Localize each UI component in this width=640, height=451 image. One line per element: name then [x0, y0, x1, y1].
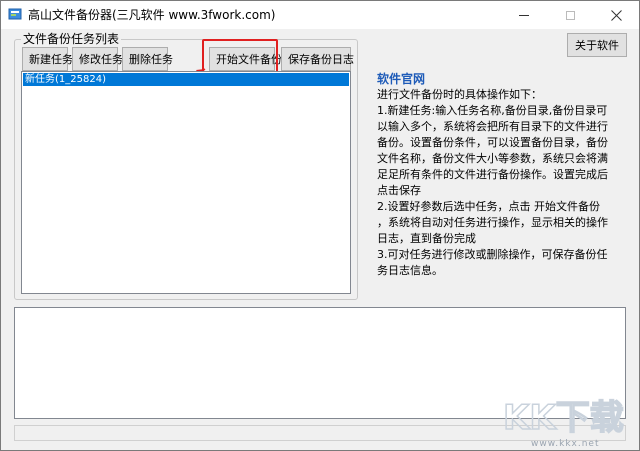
- about-button[interactable]: 关于软件: [567, 33, 627, 57]
- watermark-site: www.kkx.net: [531, 439, 600, 449]
- task-listbox[interactable]: 新任务(1_25824): [21, 71, 351, 294]
- save-log-button[interactable]: 保存备份日志: [281, 47, 354, 71]
- maximize-icon: [565, 10, 575, 20]
- window-title: 高山文件备份器(三凡软件 www.3fwork.com): [28, 8, 276, 22]
- info-panel: 软件官网 进行文件备份时的具体操作如下： 1.新建任务:输入任务名称,备份目录,…: [377, 71, 611, 279]
- new-task-button[interactable]: 新建任务: [22, 47, 73, 71]
- list-item[interactable]: 新任务(1_25824): [23, 73, 349, 86]
- close-icon: [610, 9, 622, 21]
- svg-text:KK下载: KK下载: [503, 398, 624, 438]
- group-title: 文件备份任务列表: [21, 32, 122, 46]
- info-text: 1.新建任务:输入任务名称,备份目录,备份目录可以输入多个，系统将会把所有目录下…: [377, 104, 608, 197]
- minimize-icon: [519, 14, 529, 16]
- title-bar: 高山文件备份器(三凡软件 www.3fwork.com): [1, 1, 639, 29]
- minimize-button[interactable]: [501, 1, 547, 29]
- app-window: 高山文件备份器(三凡软件 www.3fwork.com) 文件备份任务列表 新建…: [0, 0, 640, 451]
- close-button[interactable]: [593, 1, 639, 29]
- info-text: 3.可对任务进行修改或删除操作，可保存备份任务日志信息。: [377, 248, 608, 277]
- app-icon: [8, 8, 22, 20]
- edit-task-button[interactable]: 修改任务: [72, 47, 123, 71]
- maximize-button[interactable]: [547, 1, 593, 29]
- info-text: 2.设置好参数后选中任务，点击 开始文件备份 ，系统将自动对任务进行操作，显示相…: [377, 200, 608, 245]
- info-text: 进行文件备份时的具体操作如下：: [377, 88, 542, 101]
- website-link[interactable]: 软件官网: [377, 71, 611, 87]
